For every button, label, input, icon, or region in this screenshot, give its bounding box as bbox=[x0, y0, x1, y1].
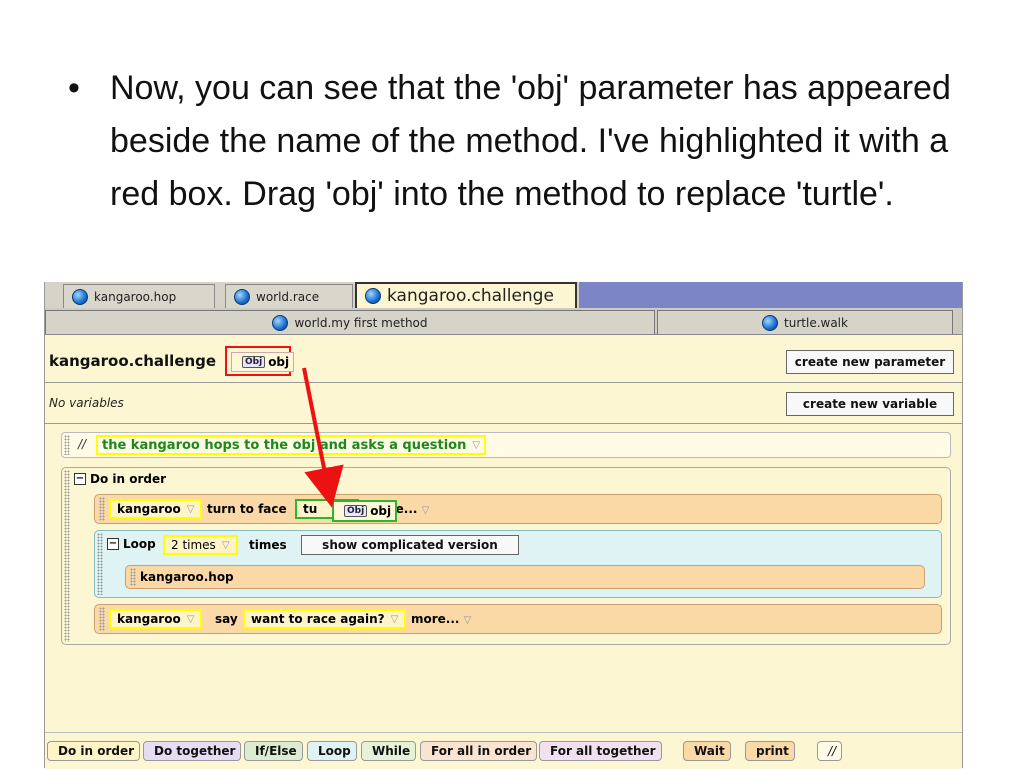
parameter-name: obj bbox=[268, 355, 290, 369]
tab-kangaroo-hop[interactable]: kangaroo.hop bbox=[63, 284, 215, 308]
action-label: turn to face bbox=[207, 502, 287, 516]
create-new-variable-button[interactable]: create new variable bbox=[786, 392, 954, 416]
dropdown-icon[interactable]: ▽ bbox=[472, 440, 480, 451]
say-statement[interactable]: kangaroo ▽ say want to race again? ▽ mor… bbox=[94, 604, 942, 634]
tab-world-race[interactable]: world.race bbox=[225, 284, 353, 308]
dropdown-icon[interactable]: ▽ bbox=[187, 614, 195, 625]
method-ball-icon bbox=[272, 314, 289, 331]
drag-handle[interactable] bbox=[99, 607, 105, 631]
say-text-argument[interactable]: want to race again? ▽ bbox=[243, 609, 407, 629]
dropdown-icon[interactable]: ▽ bbox=[222, 540, 230, 551]
dragged-parameter-name: obj bbox=[370, 504, 392, 518]
comment-slashes: // bbox=[78, 437, 87, 451]
drag-handle[interactable] bbox=[130, 568, 136, 586]
no-variables-label: No variables bbox=[49, 396, 124, 410]
tab-kangaroo-challenge[interactable]: kangaroo.challenge bbox=[355, 282, 577, 308]
create-new-parameter-button[interactable]: create new parameter bbox=[786, 350, 954, 374]
do-in-order-label: Do in order bbox=[90, 472, 167, 486]
method-ball-icon bbox=[762, 314, 779, 331]
tabstrip-fill bbox=[579, 282, 962, 308]
drag-handle[interactable] bbox=[99, 497, 105, 521]
tab-label: world.race bbox=[256, 289, 320, 304]
slide-paragraph: Now, you can see that the 'obj' paramete… bbox=[110, 69, 951, 213]
comment-text[interactable]: the kangaroo hops to the obj and asks a … bbox=[96, 435, 487, 455]
object-icon: Obj bbox=[344, 505, 368, 517]
tab-label: kangaroo.hop bbox=[94, 289, 177, 304]
show-complicated-version-button[interactable]: show complicated version bbox=[301, 535, 519, 555]
collapse-icon[interactable]: − bbox=[74, 473, 86, 485]
palette-while[interactable]: While bbox=[361, 741, 417, 761]
dropdown-icon: ▽ bbox=[421, 505, 430, 516]
loop-block[interactable]: − Loop 2 times ▽ times show complicated … bbox=[94, 530, 942, 598]
palette-loop[interactable]: Loop bbox=[307, 741, 357, 761]
method-name: kangaroo.challenge bbox=[49, 352, 217, 370]
tab-world-my-first-method[interactable]: world.my first method bbox=[45, 310, 655, 334]
dropdown-icon[interactable]: ▽ bbox=[187, 504, 195, 515]
turn-to-face-statement[interactable]: kangaroo ▽ turn to face tu more... ▽ bbox=[94, 494, 942, 524]
loop-count-selector[interactable]: 2 times ▽ bbox=[163, 535, 238, 555]
method-header: kangaroo.challenge Obj obj create new pa… bbox=[45, 338, 962, 380]
tab-label: kangaroo.challenge bbox=[387, 286, 554, 306]
drag-handle[interactable] bbox=[64, 470, 70, 642]
loop-header: − Loop bbox=[107, 537, 156, 551]
palette-do-in-order[interactable]: Do in order bbox=[47, 741, 141, 761]
comment-statement[interactable]: // the kangaroo hops to the obj and asks… bbox=[61, 432, 951, 458]
palette-print[interactable]: print bbox=[745, 741, 795, 761]
divider bbox=[45, 382, 962, 383]
object-name: kangaroo bbox=[117, 612, 181, 626]
say-text: want to race again? bbox=[251, 612, 385, 626]
more-button[interactable]: more... ▽ bbox=[411, 612, 471, 626]
object-name: kangaroo bbox=[117, 502, 181, 516]
palette-for-all-together[interactable]: For all together bbox=[539, 741, 662, 761]
tab-label: world.my first method bbox=[294, 315, 428, 330]
method-ball-icon bbox=[234, 288, 250, 305]
statement-label: kangaroo.hop bbox=[140, 570, 234, 584]
dragged-obj-chip[interactable]: Obj obj bbox=[332, 500, 398, 522]
palette-comment[interactable]: // bbox=[817, 741, 843, 761]
tab-label: turtle.walk bbox=[784, 315, 848, 330]
loop-times-label: times bbox=[249, 538, 287, 552]
dropdown-icon[interactable]: ▽ bbox=[391, 614, 399, 625]
drag-handle[interactable] bbox=[97, 533, 103, 595]
palette-wait[interactable]: Wait bbox=[683, 741, 731, 761]
drag-handle[interactable] bbox=[64, 435, 70, 455]
do-in-order-block[interactable]: − Do in order kangaroo ▽ turn to face tu… bbox=[61, 467, 951, 645]
object-selector[interactable]: kangaroo ▽ bbox=[109, 499, 203, 519]
collapse-icon[interactable]: − bbox=[107, 538, 119, 550]
kangaroo-hop-statement[interactable]: kangaroo.hop bbox=[125, 565, 925, 589]
comment-label: the kangaroo hops to the obj and asks a … bbox=[102, 437, 467, 453]
method-ball-icon bbox=[365, 288, 381, 304]
loop-count: 2 times bbox=[171, 538, 216, 552]
control-palette: Do in order Do together If/Else Loop Whi… bbox=[45, 732, 962, 769]
bullet: • bbox=[68, 69, 80, 107]
divider bbox=[45, 423, 962, 424]
palette-if-else[interactable]: If/Else bbox=[244, 741, 303, 761]
method-tabs: kangaroo.hop world.race kangaroo.challen… bbox=[45, 282, 962, 308]
palette-for-all-in-order[interactable]: For all in order bbox=[420, 741, 538, 761]
more-label: more... bbox=[411, 612, 460, 626]
object-selector[interactable]: kangaroo ▽ bbox=[109, 609, 203, 629]
target-argument-value: tu bbox=[303, 502, 318, 516]
action-label: say bbox=[215, 612, 238, 626]
dropdown-icon: ▽ bbox=[463, 615, 472, 626]
palette-do-together[interactable]: Do together bbox=[143, 741, 242, 761]
slide-text: • Now, you can see that the 'obj' parame… bbox=[68, 62, 988, 221]
parameter-chip-obj[interactable]: Obj obj bbox=[231, 352, 295, 372]
tab-turtle-walk[interactable]: turtle.walk bbox=[657, 310, 953, 334]
method-subtabs: world.my first method turtle.walk bbox=[45, 308, 962, 335]
object-icon: Obj bbox=[242, 356, 266, 368]
alice-editor: kangaroo.hop world.race kangaroo.challen… bbox=[44, 282, 963, 769]
do-in-order-header: − Do in order bbox=[74, 472, 166, 486]
loop-label: Loop bbox=[123, 537, 156, 551]
method-ball-icon bbox=[72, 288, 88, 305]
parameter-highlight-box: Obj obj bbox=[225, 346, 295, 376]
